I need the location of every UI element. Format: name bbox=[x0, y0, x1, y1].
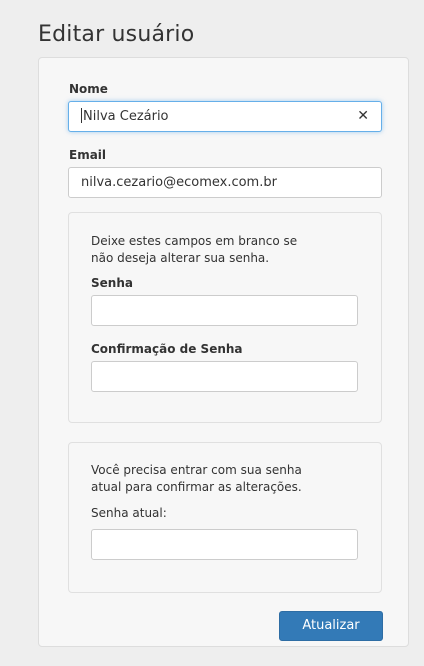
email-label: Email bbox=[69, 148, 107, 162]
current-password-section: Você precisa entrar com sua senha atual … bbox=[68, 442, 382, 593]
page-title: Editar usuário bbox=[38, 22, 195, 47]
current-password-help-line1: Você precisa entrar com sua senha bbox=[91, 463, 302, 477]
password-help-line1: Deixe estes campos em branco se bbox=[91, 234, 298, 248]
page: Editar usuário Nome Nilva Cezário ✕ Emai… bbox=[0, 0, 424, 666]
nome-value: Nilva Cezário bbox=[83, 109, 169, 124]
edit-user-panel: Nome Nilva Cezário ✕ Email nilva.cezario… bbox=[38, 57, 409, 647]
senha-input[interactable] bbox=[91, 295, 358, 326]
current-password-help-line2: atual para confirmar as alterações. bbox=[91, 480, 302, 494]
nome-input[interactable]: Nilva Cezário ✕ bbox=[68, 101, 382, 132]
email-value: nilva.cezario@ecomex.com.br bbox=[81, 175, 277, 190]
password-help-line2: não deseja alterar sua senha. bbox=[91, 251, 270, 265]
nome-label: Nome bbox=[69, 82, 108, 96]
close-icon[interactable]: ✕ bbox=[357, 102, 369, 131]
text-caret bbox=[81, 108, 82, 123]
senha-label: Senha bbox=[91, 276, 133, 290]
confirmacao-senha-input[interactable] bbox=[91, 361, 358, 392]
senha-atual-label: Senha atual: bbox=[91, 506, 167, 520]
password-change-section: Deixe estes campos em branco se não dese… bbox=[68, 212, 382, 423]
confirmacao-label: Confirmação de Senha bbox=[91, 342, 243, 356]
senha-atual-input[interactable] bbox=[91, 529, 358, 560]
email-input[interactable]: nilva.cezario@ecomex.com.br bbox=[68, 167, 382, 198]
atualizar-button[interactable]: Atualizar bbox=[279, 611, 383, 641]
